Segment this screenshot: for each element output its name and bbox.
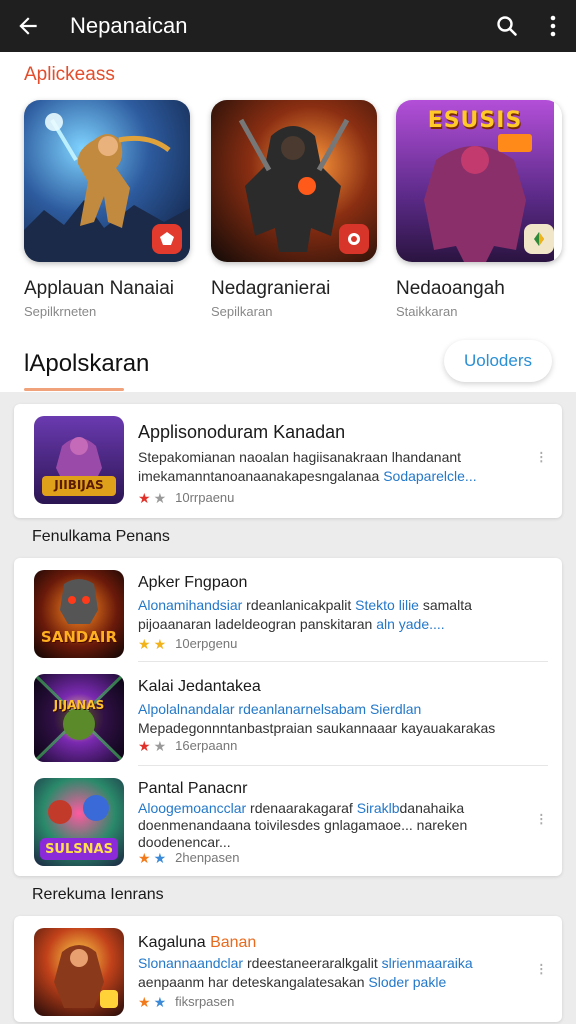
row-divider [138, 765, 548, 766]
app-list-card: Kagaluna Banan Slonannaandclar rdeestane… [14, 916, 562, 1022]
thumb-label: SANDAIR [40, 628, 118, 646]
app-description: Slonannaandclar rdeestaneeraralkgalit sl… [138, 955, 473, 990]
app-list-card: SANDAIR Apker Fngpaon Alonamihandsiar rd… [14, 558, 562, 876]
featured-app-tile[interactable]: Nedagranierai Sepilkaran [211, 100, 379, 319]
app-rating: ★ ★ fiksrpasen [138, 993, 235, 1010]
list-item[interactable]: SANDAIR Apker Fngpaon Alonamihandsiar rd… [14, 562, 562, 662]
list-item[interactable]: Kagaluna Banan Slonannaandclar rdeestane… [14, 920, 562, 1020]
featured-heading: Aplickeass [24, 64, 115, 85]
star-icon: ★ [153, 993, 167, 1010]
search-icon [497, 16, 517, 36]
row-divider [138, 661, 548, 662]
more-vertical-icon [550, 15, 556, 37]
app-badge-icon [339, 224, 369, 254]
group-label: Rerekuma Ienrans [32, 886, 164, 903]
arrow-left-icon [19, 17, 37, 35]
search-button[interactable] [484, 0, 530, 52]
app-title: Applisonoduram Kanadan [138, 422, 346, 442]
section-underline [24, 388, 124, 391]
top-app-bar: Nepanaican [0, 0, 576, 52]
app-title: Kagaluna Banan [138, 934, 257, 951]
app-thumbnail: JIJANAS [34, 674, 124, 762]
app-description: Alonamihandsiar rdeanlanicakpalit Stekto… [138, 597, 472, 632]
app-description: Stepakomianan naoalan hagiisanakraan lha… [138, 449, 477, 484]
app-thumbnail: SANDAIR [34, 570, 124, 658]
app-description: Aloogemoancclar rdenaarakagaraf Siraklbd… [138, 800, 468, 850]
app-rating: ★ ★ 10erpgenu [138, 635, 238, 652]
app-title: Pantal Panacnr [138, 780, 248, 797]
more-icon[interactable]: ⁝ [539, 960, 544, 980]
app-rating: ★ ★ 2henpasen [138, 849, 240, 866]
list-item[interactable]: JIJANAS Kalai Jedantakea Alpolalnandalar… [14, 666, 562, 766]
app-bar-title: Nepanaican [70, 13, 188, 38]
featured-app-name: Nedagranierai [211, 278, 331, 299]
app-artwork [24, 100, 190, 262]
app-title: Kalai Jedantakea [138, 678, 261, 695]
app-artwork: ESUSIS [396, 100, 562, 262]
app-description: Alpolalnandalar rdeanlanarnelsabam Sierd… [138, 701, 496, 736]
app-banner-text: ESUSIS [427, 108, 523, 133]
featured-app-category: Sepilkaran [211, 304, 273, 319]
featured-app-category: Sepilkrneten [24, 304, 97, 319]
uploaders-button[interactable]: Uoloders [444, 340, 552, 382]
more-icon[interactable]: ⁝ [539, 810, 544, 830]
app-title: Apker Fngpaon [138, 574, 248, 591]
back-button[interactable] [0, 0, 56, 52]
app-rating: ★ ★ 16erpaann [138, 737, 238, 754]
app-badge-icon [152, 224, 182, 254]
section-title: lApolskaran [24, 350, 150, 377]
more-icon[interactable]: ⁝ [539, 448, 544, 468]
group-label: Fenulkama Penans [32, 528, 170, 545]
featured-app-tile[interactable]: ESUSIS Nedaoangah Staikkaran [396, 100, 564, 319]
featured-app-name: Nedaoangah [396, 278, 505, 299]
overflow-menu-button[interactable] [530, 0, 576, 52]
star-icon: ★ [138, 737, 151, 754]
star-icon: ★ [138, 849, 151, 866]
list-item[interactable]: SULSNAS Pantal Panacnr Aloogemoancclar r… [14, 770, 562, 870]
featured-section: Aplickeass Applauan Nanaiai Sepilkrneten [0, 52, 576, 392]
star-icon: ★ [138, 635, 151, 652]
top-app-card: JIIBIJAS Applisonoduram Kanadan Stepakom… [14, 404, 562, 518]
featured-app-tile[interactable]: Applauan Nanaiai Sepilkrneten [24, 100, 192, 319]
star-icon: ★ [138, 993, 151, 1010]
star-icon: ★ [138, 489, 151, 506]
app-thumbnail: SULSNAS [34, 778, 124, 866]
list-item[interactable]: JIIBIJAS Applisonoduram Kanadan Stepakom… [14, 408, 562, 508]
star-icon: ★ [153, 489, 167, 506]
app-thumbnail [34, 928, 124, 1016]
thumb-label: JIIBIJAS [54, 478, 104, 492]
star-icon: ★ [153, 737, 167, 754]
star-icon: ★ [153, 635, 167, 652]
app-badge-icon [524, 224, 554, 254]
star-icon: ★ [153, 849, 167, 866]
featured-app-name: Applauan Nanaiai [24, 278, 175, 299]
app-rating: ★ ★ 10rrpaenu [138, 489, 235, 506]
featured-app-category: Staikkaran [396, 304, 458, 319]
app-thumbnail: JIIBIJAS [34, 416, 124, 504]
thumb-label: JIJANAS [53, 698, 105, 712]
app-artwork [211, 100, 377, 262]
thumb-label: SULSNAS [45, 842, 113, 857]
